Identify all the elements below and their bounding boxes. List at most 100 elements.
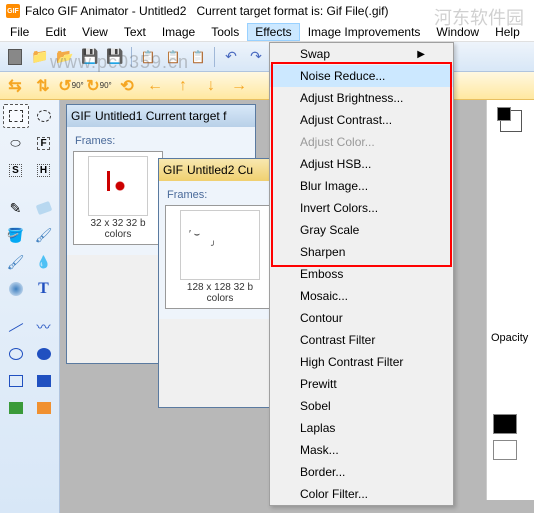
effects-sharpen[interactable]: Sharpen <box>270 241 453 263</box>
select-rect-icon <box>9 110 23 122</box>
open2-button[interactable]: 📂 <box>54 46 76 68</box>
effects-mask[interactable]: Mask... <box>270 439 453 461</box>
paint-tool[interactable]: 🖌 <box>3 250 29 274</box>
effects-emboss[interactable]: Emboss <box>270 263 453 285</box>
brush-tool[interactable]: 🖌 <box>31 223 57 247</box>
frames-label: Frames: <box>73 133 249 151</box>
bucket-tool[interactable]: 🪣 <box>3 223 29 247</box>
effects-mosaic[interactable]: Mosaic... <box>270 285 453 307</box>
ellipse-fill-tool[interactable] <box>31 342 57 366</box>
frame-canvas-1 <box>88 156 148 216</box>
menu-edit[interactable]: Edit <box>37 23 74 41</box>
effects-swap[interactable]: Swap▶ <box>270 43 453 65</box>
effects-noise-reduce[interactable]: Noise Reduce... <box>270 65 453 87</box>
clip1-button[interactable]: 📋 <box>137 46 159 68</box>
effects-laplas[interactable]: Laplas <box>270 417 453 439</box>
spray-tool[interactable] <box>3 277 29 301</box>
new-button[interactable] <box>4 46 26 68</box>
move-up-button[interactable]: ↑ <box>172 75 194 97</box>
clip2-button[interactable]: 📋 <box>162 46 184 68</box>
effects-hsb[interactable]: Adjust HSB... <box>270 153 453 175</box>
move-down-button[interactable]: ↓ <box>200 75 222 97</box>
effects-sobel[interactable]: Sobel <box>270 395 453 417</box>
menu-help[interactable]: Help <box>487 23 528 41</box>
gif-icon: GIF <box>163 163 183 177</box>
menu-tools[interactable]: Tools <box>203 23 247 41</box>
black-swatch[interactable] <box>493 414 517 434</box>
menu-file[interactable]: File <box>2 23 37 41</box>
select-rect-tool[interactable] <box>3 104 29 128</box>
text-icon: T <box>38 280 49 298</box>
effects-invert[interactable]: Invert Colors... <box>270 197 453 219</box>
curve-tool[interactable]: 〰 <box>31 315 57 339</box>
select-ellipse-tool[interactable] <box>31 104 57 128</box>
effects-brightness[interactable]: Adjust Brightness... <box>270 87 453 109</box>
redo-icon: ↷ <box>250 48 262 65</box>
tool-palette: ⬭ F S H ✎ 🪣 🖌 🖌 💧 T 〰 <box>0 100 60 513</box>
rotate-ccw-button[interactable]: ↺90° <box>60 75 82 97</box>
effects-color: Adjust Color... <box>270 131 453 153</box>
menu-image[interactable]: Image <box>154 23 203 41</box>
flip-left-button[interactable]: ⇆ <box>4 75 26 97</box>
move-right-button[interactable]: → <box>228 75 250 97</box>
undo-button[interactable]: ↶ <box>220 46 242 68</box>
frame-tool[interactable]: F <box>31 131 57 155</box>
frame-info-1a: 32 x 32 32 b <box>78 218 158 229</box>
redo-button[interactable]: ↷ <box>245 46 267 68</box>
undo-icon: ↶ <box>225 48 237 65</box>
menu-text[interactable]: Text <box>116 23 154 41</box>
ellipse-fill-icon <box>37 348 51 360</box>
rotate-cw-button[interactable]: ↻90° <box>88 75 110 97</box>
white-swatch[interactable] <box>493 440 517 460</box>
rect-tool[interactable] <box>3 369 29 393</box>
color-selector[interactable] <box>500 110 522 132</box>
up-icon: ↑ <box>179 77 187 95</box>
frame-thumb-2[interactable]: ′ ⌣ ╯ 128 x 128 32 b colors <box>165 205 275 309</box>
menubar: File Edit View Text Image Tools Effects … <box>0 22 534 42</box>
child1-titlebar[interactable]: GIF Untitled1 Current target f <box>67 105 255 127</box>
fg-swatch[interactable] <box>497 107 511 121</box>
effects-color-filter[interactable]: Color Filter... <box>270 483 453 505</box>
select-lasso-tool[interactable]: ⬭ <box>3 131 29 155</box>
frame-icon: F <box>37 137 49 150</box>
frame-thumb-1[interactable]: 32 x 32 32 b colors <box>73 151 163 245</box>
clip3-icon: 📋 <box>191 50 206 64</box>
rect-fill-tool[interactable] <box>31 369 57 393</box>
folder2-icon: 📂 <box>56 48 73 65</box>
hand-tool[interactable]: H <box>31 158 57 182</box>
effects-contrast-filter[interactable]: Contrast Filter <box>270 329 453 351</box>
ellipse-tool[interactable] <box>3 342 29 366</box>
text-tool[interactable]: T <box>31 277 57 301</box>
color1-icon <box>9 402 23 414</box>
saveas-button[interactable]: 💾 <box>104 46 126 68</box>
save-button[interactable]: 💾 <box>79 46 101 68</box>
effects-border[interactable]: Border... <box>270 461 453 483</box>
move-left-button[interactable]: ← <box>144 75 166 97</box>
effects-contour[interactable]: Contour <box>270 307 453 329</box>
effects-contrast[interactable]: Adjust Contrast... <box>270 109 453 131</box>
stamp-tool[interactable]: S <box>3 158 29 182</box>
pencil-tool[interactable]: ✎ <box>3 196 29 220</box>
eraser-tool[interactable] <box>31 196 57 220</box>
color1-swatch[interactable] <box>3 396 29 420</box>
left-icon: ← <box>147 77 163 95</box>
effects-blur[interactable]: Blur Image... <box>270 175 453 197</box>
color2-swatch[interactable] <box>31 396 57 420</box>
effects-grayscale[interactable]: Gray Scale <box>270 219 453 241</box>
flip-up-button[interactable]: ⇅ <box>32 75 54 97</box>
title-text: Falco GIF Animator - Untitled2 Current t… <box>25 4 388 18</box>
menu-improvements[interactable]: Image Improvements <box>300 23 429 41</box>
lasso-icon: ⬭ <box>10 136 20 151</box>
dropper-icon: 💧 <box>36 255 51 269</box>
menu-effects[interactable]: Effects <box>247 23 299 41</box>
open-button[interactable]: 📁 <box>29 46 51 68</box>
menu-view[interactable]: View <box>74 23 116 41</box>
dropper-tool[interactable]: 💧 <box>31 250 57 274</box>
effects-prewitt[interactable]: Prewitt <box>270 373 453 395</box>
eraser-icon <box>35 201 52 215</box>
line-tool[interactable] <box>3 315 29 339</box>
menu-window[interactable]: Window <box>428 23 487 41</box>
effects-high-contrast[interactable]: High Contrast Filter <box>270 351 453 373</box>
clip3-button[interactable]: 📋 <box>187 46 209 68</box>
rotate-button[interactable]: ⟲ <box>116 75 138 97</box>
